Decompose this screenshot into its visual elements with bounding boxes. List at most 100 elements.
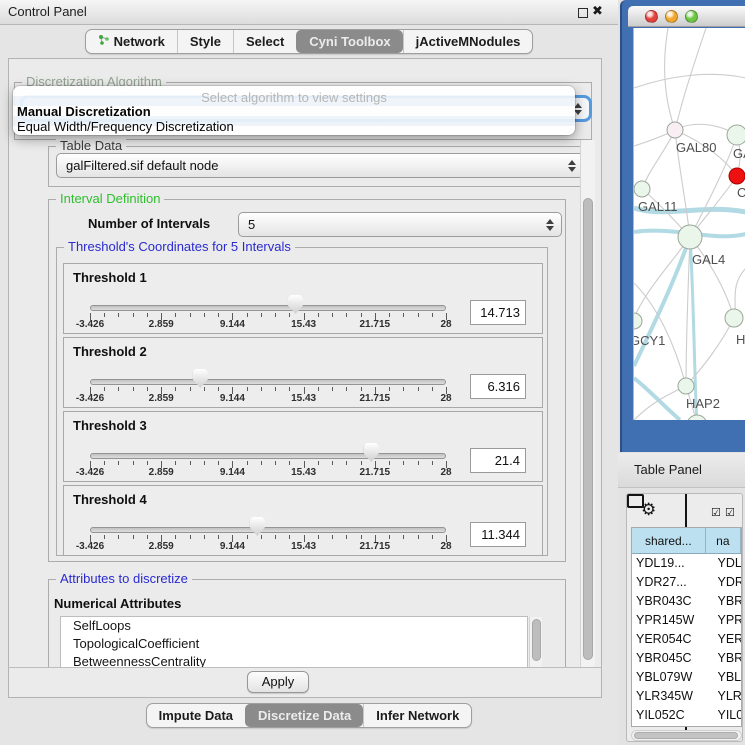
table-row[interactable]: YDL19...YDL1 — [632, 554, 741, 573]
attribute-item-betweennesscentrality[interactable]: BetweennessCentrality — [61, 653, 527, 668]
table-cell[interactable]: YER0 — [706, 630, 742, 649]
algorithm-option-equal-width-frequency-discretization[interactable]: Equal Width/Frequency Discretization — [16, 119, 578, 134]
table-row[interactable]: YIL052CYIL0 — [632, 706, 741, 725]
float-window-icon[interactable] — [578, 8, 588, 18]
close-icon[interactable]: ✖ — [592, 3, 603, 19]
network-node-gal4[interactable] — [678, 225, 702, 249]
threshold-value-field[interactable]: 14.713 — [470, 300, 526, 325]
network-node-gcy1[interactable] — [634, 313, 642, 329]
checkbox-icon[interactable]: ☑ — [711, 506, 721, 519]
tick-label: 28 — [440, 319, 451, 330]
tab-label: Network — [114, 34, 165, 49]
tab-discretize-data[interactable]: Discretize Data — [245, 704, 363, 727]
threshold-value-field[interactable]: 21.4 — [470, 448, 526, 473]
network-edge[interactable] — [690, 237, 734, 318]
tab-style[interactable]: Style — [177, 30, 233, 53]
tab-impute-data[interactable]: Impute Data — [147, 704, 245, 727]
thresholds-group-title: Threshold's Coordinates for 5 Intervals — [64, 240, 295, 254]
number-of-intervals-combobox[interactable]: 5 — [238, 212, 562, 237]
slider-thumb[interactable] — [250, 517, 265, 536]
network-window-titlebar[interactable] — [628, 6, 745, 27]
checkbox-icon[interactable]: ☑ — [725, 506, 735, 519]
slider-thumb[interactable] — [364, 443, 379, 462]
table-cell[interactable]: YLR345W — [632, 687, 706, 706]
table-row[interactable]: YBL079WYBL0 — [632, 668, 741, 687]
tick-label: 15.43 — [291, 541, 316, 552]
network-node-label: H — [736, 332, 745, 347]
gear-icon[interactable]: ⚙ — [641, 500, 656, 520]
table-data-combobox[interactable]: galFiltered.sif default node — [56, 153, 584, 178]
table-cell[interactable]: YDL19... — [632, 554, 706, 573]
tab-network[interactable]: Network — [86, 30, 177, 53]
table-row[interactable]: YPR145WYPR1 — [632, 611, 741, 630]
table-row[interactable]: YLR345WYLR3 — [632, 687, 741, 706]
network-edge[interactable] — [686, 237, 690, 386]
table-row[interactable]: YBR043CYBR0 — [632, 592, 741, 611]
network-node-clipped[interactable] — [687, 415, 707, 420]
network-node-hap2[interactable] — [678, 378, 694, 394]
table-row[interactable]: YER054CYER0 — [632, 630, 741, 649]
attribute-item-topologicalcoefficient[interactable]: TopologicalCoefficient — [61, 635, 527, 653]
table-cell[interactable]: YER054C — [632, 630, 706, 649]
table-cell[interactable]: YBR043C — [632, 592, 706, 611]
table-cell[interactable]: YDL1 — [706, 554, 742, 573]
algorithm-option-manual-discretization[interactable]: Manual Discretization — [16, 104, 578, 119]
zoom-traffic-light-icon[interactable] — [685, 10, 698, 23]
network-edge[interactable] — [675, 28, 706, 130]
network-node-ga[interactable] — [727, 125, 745, 145]
panel-scrollbar[interactable] — [580, 140, 595, 667]
column-header-na[interactable]: na — [706, 528, 741, 554]
network-node-c[interactable] — [729, 168, 745, 184]
tick-label: 9.144 — [220, 319, 245, 330]
table-cell[interactable]: YIL0 — [706, 706, 742, 725]
table-row[interactable]: YDR27...YDR2 — [632, 573, 741, 592]
network-node-gal80[interactable] — [667, 122, 683, 138]
network-edge[interactable] — [634, 74, 745, 88]
threshold-value-field[interactable]: 11.344 — [470, 522, 526, 547]
close-traffic-light-icon[interactable] — [645, 10, 658, 23]
table-cell[interactable]: YBR0 — [706, 649, 742, 668]
apply-button[interactable]: Apply — [247, 671, 309, 693]
attribute-item-selfloops[interactable]: SelfLoops — [61, 617, 527, 635]
table-cell[interactable]: YDR2 — [706, 573, 742, 592]
minimize-traffic-light-icon[interactable] — [665, 10, 678, 23]
slider-track[interactable] — [90, 305, 446, 311]
network-node-label: GAL11 — [638, 199, 678, 214]
threshold-value-field[interactable]: 6.316 — [470, 374, 526, 399]
control-panel-title: Control Panel — [8, 4, 87, 19]
table-cell[interactable]: YPR145W — [632, 611, 706, 630]
table-row[interactable]: YBR045CYBR0 — [632, 649, 741, 668]
table-cell[interactable]: YLR3 — [706, 687, 742, 706]
tab-infer-network[interactable]: Infer Network — [363, 704, 471, 727]
table-cell[interactable]: YPR1 — [706, 611, 742, 630]
table-cell[interactable]: YBR0 — [706, 592, 742, 611]
network-edge[interactable] — [642, 130, 675, 189]
slider-track[interactable] — [90, 379, 446, 385]
network-icon — [98, 34, 110, 49]
tab-jactivemnodules[interactable]: jActiveMNodules — [403, 30, 533, 53]
table-cell[interactable]: YBL079W — [632, 668, 706, 687]
network-node-gal11[interactable] — [634, 181, 650, 197]
tab-label: Impute Data — [159, 708, 233, 723]
numerical-attributes-label: Numerical Attributes — [54, 596, 181, 611]
slider-track[interactable] — [90, 527, 446, 533]
tab-select[interactable]: Select — [233, 30, 296, 53]
top-tabbar: Network StyleSelectCyni ToolboxjActiveMNo… — [0, 29, 618, 54]
network-node-h[interactable] — [725, 309, 743, 327]
tab-cyni-toolbox[interactable]: Cyni Toolbox — [296, 30, 402, 53]
network-canvas[interactable]: GAL80GACGAL11GAL4GCY1HHAP2 — [633, 28, 745, 420]
table-cell[interactable]: YIL052C — [632, 706, 706, 725]
slider-track[interactable] — [90, 453, 446, 459]
table-cell[interactable]: YBR045C — [632, 649, 706, 668]
slider-thumb[interactable] — [193, 369, 208, 388]
table-cell[interactable]: YDR27... — [632, 573, 706, 592]
threshold-panel-3: Threshold 3-3.4262.8599.14415.4321.71528… — [63, 411, 543, 482]
column-header-shared-[interactable]: shared... — [632, 528, 706, 554]
tick-label: -3.426 — [76, 541, 104, 552]
slider-thumb[interactable] — [288, 295, 303, 314]
table-cell[interactable]: YBL0 — [706, 668, 742, 687]
table-horizontal-scrollbar[interactable] — [631, 730, 742, 741]
attributes-list-scrollbar[interactable] — [529, 617, 542, 667]
node-table[interactable]: shared...na YDL19...YDL1YDR27...YDR2YBR0… — [631, 527, 742, 727]
tick-label: 2.859 — [149, 319, 174, 330]
